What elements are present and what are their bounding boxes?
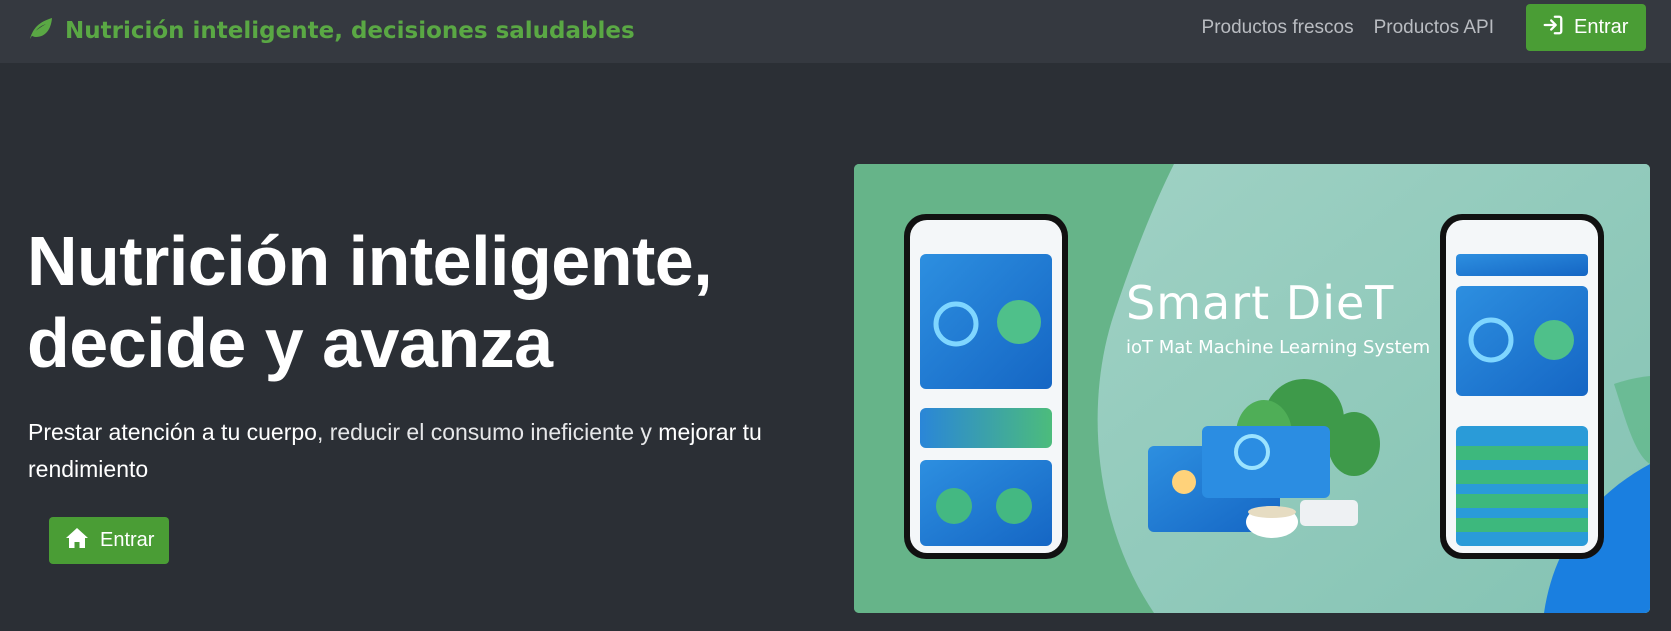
- brand-text: Nutrición inteligente, decisiones saluda…: [65, 18, 635, 44]
- hero-image: Smart DieT ioT Mat Machine Learning Syst…: [854, 164, 1650, 613]
- navbar: Nutrición inteligente, decisiones saluda…: [0, 0, 1671, 63]
- nav-links: Productos frescos Productos API Entrar: [1202, 4, 1646, 51]
- hero-enter-label: Entrar: [100, 529, 155, 551]
- hero-enter-button[interactable]: Entrar: [49, 517, 169, 564]
- smart-diet-illustration: [854, 164, 1650, 613]
- hero-subtitle-emphasis-1: Prestar atención a tu cuerpo: [28, 419, 317, 445]
- hero-subtitle: Prestar atención a tu cuerpo, reducir el…: [28, 414, 818, 488]
- left-phone-mockup: [904, 214, 1068, 559]
- nav-link-productos-frescos[interactable]: Productos frescos: [1202, 17, 1354, 39]
- hero-subtitle-middle: , reducir el consumo ineficiente y: [316, 419, 659, 445]
- hero-title: Nutrición inteligente, decide y avanza: [27, 220, 787, 384]
- hero-title-line1: Nutrición inteligente,: [27, 222, 713, 300]
- leaf-icon: [27, 14, 55, 48]
- login-label: Entrar: [1574, 16, 1629, 38]
- hero-title-line2: decide y avanza: [27, 304, 553, 382]
- brand-link[interactable]: Nutrición inteligente, decisiones saluda…: [27, 14, 635, 48]
- home-icon: [64, 525, 90, 557]
- image-title: Smart DieT: [1126, 276, 1395, 330]
- image-subtitle: ioT Mat Machine Learning System: [1126, 337, 1431, 358]
- login-button[interactable]: Entrar: [1526, 4, 1646, 51]
- right-phone-mockup: [1440, 214, 1604, 559]
- nav-link-productos-api[interactable]: Productos API: [1374, 17, 1494, 39]
- sign-in-icon: [1542, 14, 1564, 42]
